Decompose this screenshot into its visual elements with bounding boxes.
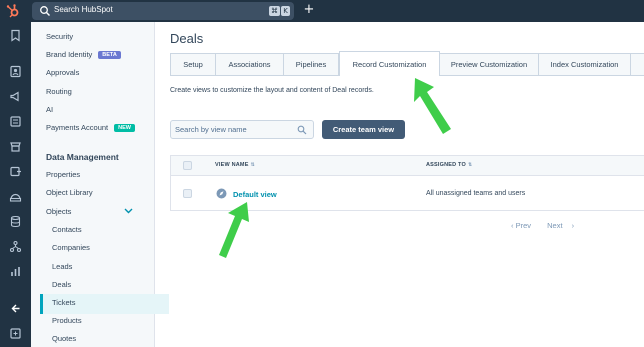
sidebar-item-contacts[interactable]: Contacts	[52, 225, 82, 234]
annotation-arrow-tab	[414, 78, 451, 134]
assigned-to-value: All unassigned teams and users	[426, 190, 526, 197]
hubspot-logo-icon[interactable]	[5, 3, 21, 19]
prev-label: Prev	[515, 221, 532, 230]
sidebar-item-label: Brand Identity	[46, 50, 93, 59]
beta-badge: BETA	[98, 51, 121, 59]
row-checkbox[interactable]	[183, 189, 192, 198]
tab-pipelines[interactable]: Pipelines	[284, 54, 339, 75]
sidebar-item-brand-identity[interactable]: Brand Identity BETA	[46, 50, 121, 59]
search-icon	[40, 6, 50, 16]
reporting-icon[interactable]	[9, 265, 22, 278]
marketing-icon[interactable]	[9, 90, 22, 103]
tab-bar: Setup Associations Pipelines Record Cust…	[170, 51, 644, 76]
sidebar-item-properties[interactable]: Properties	[46, 170, 80, 179]
left-icon-rail	[0, 22, 31, 347]
sidebar-item-deals[interactable]: Deals	[52, 280, 71, 289]
pagination: ‹ Prev Next ›	[511, 221, 581, 230]
page-description: Create views to customize the layout and…	[170, 87, 374, 94]
library-icon[interactable]	[9, 240, 22, 253]
default-view-icon	[216, 188, 227, 199]
sidebar-item-payments-account[interactable]: Payments Account NEW	[46, 123, 135, 132]
select-all-checkbox[interactable]	[183, 161, 192, 170]
sidebar-item-leads[interactable]: Leads	[52, 262, 72, 271]
contacts-icon[interactable]	[9, 65, 22, 78]
sidebar-item-label: Payments Account	[46, 123, 109, 132]
column-header-view-name[interactable]: VIEW NAME ⇅	[215, 162, 255, 168]
tab-record-customization[interactable]: Record Customization	[339, 51, 440, 76]
sidebar-item-quotes[interactable]: Quotes	[52, 334, 76, 343]
column-header-label: VIEW NAME	[215, 162, 249, 168]
sidebar-item-objects[interactable]: Objects	[46, 207, 71, 216]
sidebar-item-object-library[interactable]: Object Library	[46, 188, 93, 197]
tab-setup[interactable]: Setup	[171, 54, 216, 75]
table-header: VIEW NAME ⇅ ASSIGNED TO ⇅	[171, 156, 644, 176]
sidebar-item-products[interactable]: Products	[52, 316, 82, 325]
tab-associations[interactable]: Associations	[216, 54, 284, 75]
collapse-icon[interactable]	[9, 302, 22, 315]
sidebar-item-security[interactable]: Security	[46, 32, 73, 41]
global-search-placeholder: Search HubSpot	[54, 5, 113, 14]
commerce-icon[interactable]	[9, 140, 22, 153]
tab-preview-customization[interactable]: Preview Customization	[440, 54, 539, 75]
data-icon[interactable]	[9, 215, 22, 228]
sort-icon: ⇅	[250, 162, 255, 168]
settings-sidebar: Security Brand Identity BETA Approvals Ro…	[31, 22, 169, 347]
sidebar-item-companies[interactable]: Companies	[52, 243, 90, 252]
sidebar-item-ai[interactable]: AI	[46, 105, 53, 114]
bookmark-icon[interactable]	[9, 29, 22, 42]
global-search-input[interactable]: Search HubSpot ⌘ K	[32, 2, 294, 20]
docs-icon[interactable]	[9, 327, 22, 340]
view-search-field[interactable]	[170, 120, 314, 139]
automation-icon[interactable]	[9, 165, 22, 178]
chevron-down-icon[interactable]	[124, 208, 133, 214]
search-icon	[297, 125, 307, 135]
create-team-view-button[interactable]: Create team view	[322, 120, 405, 139]
annotation-arrow-default-view	[219, 202, 249, 258]
default-view-link[interactable]: Default view	[233, 190, 277, 199]
add-button[interactable]: +	[302, 3, 316, 17]
service-icon[interactable]	[9, 190, 22, 203]
page-title: Deals	[170, 31, 204, 46]
new-badge: NEW	[114, 124, 135, 132]
shortcut-key-cmd: ⌘	[269, 6, 280, 16]
prev-page-button[interactable]: ‹ Prev	[511, 221, 538, 230]
main-content: Deals Setup Associations Pipelines Recor…	[155, 22, 644, 347]
next-page-button[interactable]: Next ›	[547, 221, 574, 230]
sidebar-item-approvals[interactable]: Approvals	[46, 68, 79, 77]
next-label: Next	[547, 221, 563, 230]
section-title-data-management: Data Management	[46, 152, 119, 162]
column-header-assigned-to[interactable]: ASSIGNED TO ⇅	[426, 162, 472, 168]
column-header-label: ASSIGNED TO	[426, 162, 466, 168]
shortcut-key-k: K	[281, 6, 290, 16]
sidebar-item-routing[interactable]: Routing	[46, 87, 72, 96]
view-search-input[interactable]	[175, 123, 295, 136]
sort-icon: ⇅	[468, 162, 473, 168]
tab-index-customization[interactable]: Index Customization	[539, 54, 631, 75]
sidebar-item-tickets[interactable]: Tickets	[52, 298, 75, 307]
top-navigation-bar: Search HubSpot ⌘ K +	[0, 0, 644, 22]
content-icon[interactable]	[9, 115, 22, 128]
